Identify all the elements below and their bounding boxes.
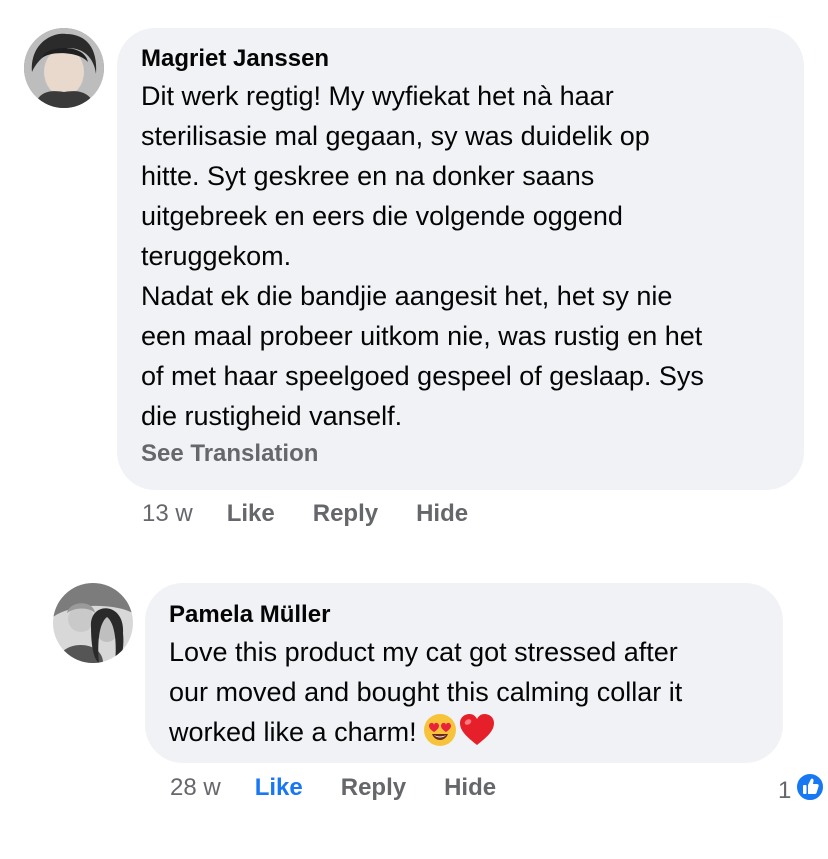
- thumbs-up-icon: [795, 772, 826, 809]
- comment-actions: 28 w Like Reply Hide: [170, 774, 534, 802]
- heart-eyes-emoji-icon: [423, 713, 457, 758]
- comment-author[interactable]: Magriet Janssen: [141, 44, 704, 74]
- like-button[interactable]: Like: [227, 500, 275, 528]
- hide-button[interactable]: Hide: [416, 500, 468, 528]
- comment-text: Love this product my cat got stressed af…: [169, 632, 682, 758]
- reply-button[interactable]: Reply: [313, 500, 378, 528]
- comment-bubble: Magriet Janssen Dit werk regtig! My wyfi…: [117, 28, 804, 490]
- comment-bubble: Pamela Müller Love this product my cat g…: [145, 583, 783, 763]
- comment-text: Dit werk regtig! My wyfiekat het nà haar…: [141, 81, 704, 431]
- comment-actions: 13 w Like Reply Hide: [142, 500, 506, 528]
- reaction-count[interactable]: 1: [778, 772, 826, 809]
- see-translation-link[interactable]: See Translation: [141, 440, 704, 468]
- hide-button[interactable]: Hide: [444, 774, 496, 802]
- comment-timestamp[interactable]: 28 w: [170, 774, 221, 802]
- avatar[interactable]: [24, 28, 104, 108]
- comment-author[interactable]: Pamela Müller: [169, 600, 682, 630]
- like-button[interactable]: Like: [255, 774, 303, 802]
- comment-timestamp[interactable]: 13 w: [142, 500, 193, 528]
- red-heart-emoji-icon: [459, 713, 495, 758]
- avatar[interactable]: [53, 583, 133, 663]
- reply-button[interactable]: Reply: [341, 774, 406, 802]
- reaction-count-value: 1: [778, 776, 792, 804]
